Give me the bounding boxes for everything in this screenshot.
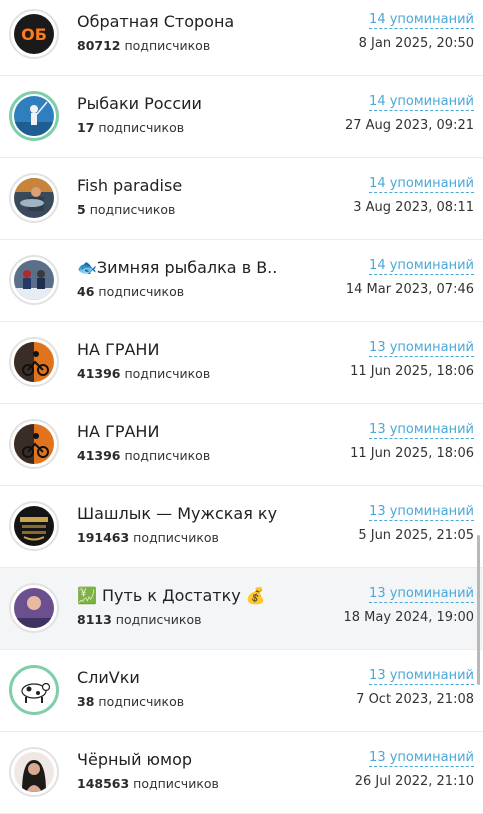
subscriber-count: 5 подписчиков (77, 202, 176, 217)
channel-title[interactable]: НА ГРАНИ (77, 340, 277, 359)
subscriber-count: 41396 подписчиков (77, 366, 211, 381)
svg-text:ОБ: ОБ (21, 25, 47, 44)
avatar[interactable] (9, 255, 59, 305)
cow-icon (14, 670, 54, 710)
list-item[interactable]: Чёрный юмор 148563 подписчиков 13 упомин… (0, 732, 483, 814)
mentions-link[interactable]: 14 упоминаний (369, 94, 474, 111)
timestamp: 18 May 2024, 19:00 (343, 610, 475, 625)
channel-title[interactable]: Рыбаки России (77, 94, 277, 113)
avatar[interactable] (9, 419, 59, 469)
subscriber-count: 8113 подписчиков (77, 612, 202, 627)
timestamp: 3 Aug 2023, 08:11 (353, 200, 474, 215)
motorcycle-icon (14, 342, 54, 382)
channel-title[interactable]: СлиVки (77, 668, 277, 687)
subscriber-count: 38 подписчиков (77, 694, 185, 709)
mentions-link[interactable]: 14 упоминаний (369, 258, 474, 275)
avatar[interactable] (9, 337, 59, 387)
channel-title[interactable]: 💹 Путь к Достатку 💰 (77, 586, 277, 605)
list-item[interactable]: Fish paradise 5 подписчиков 14 упоминани… (0, 158, 483, 240)
subscriber-count: 41396 подписчиков (77, 448, 211, 463)
mentions-link[interactable]: 13 упоминаний (369, 668, 474, 685)
list-item[interactable]: НА ГРАНИ 41396 подписчиков 13 упоминаний… (0, 404, 483, 486)
avatar[interactable] (9, 173, 59, 223)
portrait-icon (14, 752, 54, 792)
fisherman-icon (14, 96, 54, 136)
timestamp: 14 Mar 2023, 07:46 (345, 282, 474, 297)
list-item[interactable]: 🐟Зимняя рыбалка в В... 46 подписчиков 14… (0, 240, 483, 322)
subscriber-count: 148563 подписчиков (77, 776, 219, 791)
list-item[interactable]: ОБ Обратная Сторона 80712 подписчиков 14… (0, 0, 483, 76)
motorcycle-icon (14, 424, 54, 464)
channel-list: ОБ Обратная Сторона 80712 подписчиков 14… (0, 0, 483, 814)
timestamp: 11 Jun 2025, 18:06 (350, 446, 474, 461)
avatar[interactable] (9, 747, 59, 797)
money-portrait-icon (14, 588, 54, 628)
mentions-link[interactable]: 13 упоминаний (369, 340, 474, 357)
timestamp: 27 Aug 2023, 09:21 (344, 118, 474, 133)
avatar[interactable]: ОБ (9, 9, 59, 59)
grill-logo-icon (14, 506, 54, 546)
scrollbar[interactable] (477, 535, 480, 685)
list-item[interactable]: СлиVки 38 подписчиков 13 упоминаний 7 Oc… (0, 650, 483, 732)
timestamp: 26 Jul 2022, 21:10 (354, 774, 474, 789)
mentions-link[interactable]: 13 упоминаний (369, 422, 474, 439)
channel-title[interactable]: Чёрный юмор (77, 750, 277, 769)
timestamp: 8 Jan 2025, 20:50 (358, 36, 474, 51)
avatar[interactable] (9, 583, 59, 633)
list-item[interactable]: Рыбаки России 17 подписчиков 14 упоминан… (0, 76, 483, 158)
channel-title[interactable]: НА ГРАНИ (77, 422, 277, 441)
mentions-link[interactable]: 13 упоминаний (369, 586, 474, 603)
timestamp: 5 Jun 2025, 21:05 (358, 528, 474, 543)
channel-title[interactable]: Шашлык — Мужская ку... (77, 504, 277, 523)
mentions-link[interactable]: 14 упоминаний (369, 12, 474, 29)
list-item[interactable]: НА ГРАНИ 41396 подписчиков 13 упоминаний… (0, 322, 483, 404)
mentions-link[interactable]: 14 упоминаний (369, 176, 474, 193)
subscriber-count: 80712 подписчиков (77, 38, 211, 53)
fish-photo-icon (14, 178, 54, 218)
channel-title[interactable]: Fish paradise (77, 176, 277, 195)
channel-title[interactable]: Обратная Сторона (77, 12, 277, 31)
avatar[interactable] (9, 665, 59, 715)
subscriber-count: 191463 подписчиков (77, 530, 219, 545)
channel-title[interactable]: 🐟Зимняя рыбалка в В... (77, 258, 277, 277)
ob-logo-icon: ОБ (14, 14, 54, 54)
subscriber-count: 46 подписчиков (77, 284, 185, 299)
winter-fishing-icon (14, 260, 54, 300)
mentions-link[interactable]: 13 упоминаний (369, 504, 474, 521)
mentions-link[interactable]: 13 упоминаний (369, 750, 474, 767)
timestamp: 11 Jun 2025, 18:06 (350, 364, 474, 379)
timestamp: 7 Oct 2023, 21:08 (356, 692, 474, 707)
avatar[interactable] (9, 91, 59, 141)
list-item[interactable]: Шашлык — Мужская ку... 191463 подписчико… (0, 486, 483, 568)
list-item[interactable]: 💹 Путь к Достатку 💰 8113 подписчиков 13 … (0, 568, 483, 650)
avatar[interactable] (9, 501, 59, 551)
subscriber-count: 17 подписчиков (77, 120, 185, 135)
